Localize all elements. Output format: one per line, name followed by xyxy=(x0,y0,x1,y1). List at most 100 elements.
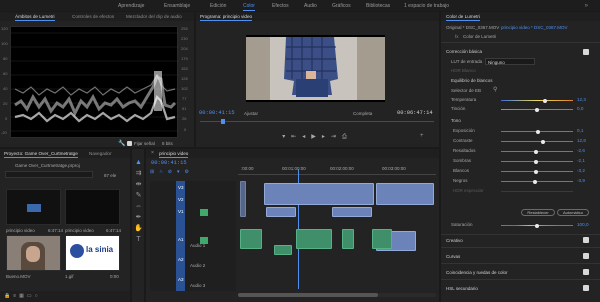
lut-select[interactable]: Ninguno xyxy=(485,58,535,65)
tab-navegador[interactable]: Navegador xyxy=(89,151,111,156)
video-clip[interactable] xyxy=(376,183,434,205)
nest-icon[interactable]: ⊞ xyxy=(150,169,159,175)
sync-lock-icon[interactable] xyxy=(200,209,208,216)
timeline-scrollbar[interactable] xyxy=(238,293,436,297)
slip-tool-icon[interactable]: ⇔ xyxy=(134,201,143,212)
lumetri-title[interactable]: Color de Lumetri xyxy=(446,14,480,21)
track-id-v1[interactable]: V1 xyxy=(178,209,184,214)
shadows-slider[interactable] xyxy=(501,159,573,164)
clamp-signal-checkbox[interactable] xyxy=(127,141,132,146)
audio-clip[interactable] xyxy=(274,245,292,255)
bit-depth-select[interactable]: 8 bits xyxy=(162,141,173,146)
workspace-audio[interactable]: Audio xyxy=(304,3,317,9)
video-clip[interactable] xyxy=(266,207,296,217)
project-item-thumb[interactable] xyxy=(6,189,61,225)
program-title[interactable]: Programa: principio video xyxy=(200,14,253,21)
basic-correction-checkbox[interactable] xyxy=(583,49,589,55)
section-hsl-secondary[interactable]: HSL secundario xyxy=(446,286,478,291)
whites-slider[interactable] xyxy=(501,169,573,174)
tab-audio-mixer[interactable]: Mezclador del clip de audio xyxy=(126,14,182,19)
section-curves[interactable]: Curvas xyxy=(446,254,460,259)
ripple-edit-icon[interactable]: ⇹ xyxy=(134,179,143,190)
project-item-thumb[interactable] xyxy=(6,235,61,271)
workspace-aprendizaje[interactable]: Aprendizaje xyxy=(118,3,144,9)
marker-icon[interactable]: ▾ xyxy=(177,169,185,175)
blacks-slider[interactable] xyxy=(501,179,573,184)
audio-clip[interactable] xyxy=(296,229,332,249)
step-back-icon[interactable]: ◂ xyxy=(302,134,311,140)
workspace-ensamblaje[interactable]: Ensamblaje xyxy=(164,3,190,9)
add-button-icon[interactable]: + xyxy=(420,133,424,139)
tab-effect-controls[interactable]: Controles de efectos xyxy=(72,14,114,19)
workspace-bibliotecas[interactable]: Bibliotecas xyxy=(366,3,390,9)
hsl-checkbox[interactable] xyxy=(583,285,589,291)
project-item-thumb[interactable] xyxy=(65,189,120,225)
audio-clip[interactable] xyxy=(372,229,392,249)
track-id-v3[interactable]: V3 xyxy=(178,185,184,190)
eyedropper-icon[interactable]: ⚲ xyxy=(493,87,497,93)
workspace-color[interactable]: Color xyxy=(243,3,255,11)
section-creative[interactable]: Creativo xyxy=(446,238,463,243)
snap-icon[interactable]: ∩ xyxy=(159,169,168,175)
saturation-slider[interactable] xyxy=(501,223,573,228)
master-clip-label[interactable]: Original * DSC_0367.MOV xyxy=(446,25,499,30)
workspace-graficos[interactable]: Gráficos xyxy=(332,3,351,9)
project-search-input[interactable] xyxy=(5,171,93,178)
color-wheels-checkbox[interactable] xyxy=(583,269,589,275)
tone-row-value[interactable]: -2,6 xyxy=(577,148,585,153)
tone-row-value[interactable]: -3,9 xyxy=(577,178,585,183)
razor-icon[interactable]: ✎ xyxy=(134,190,143,201)
step-forward-icon[interactable]: ▸ xyxy=(322,134,331,140)
playhead-marker[interactable] xyxy=(221,119,225,124)
mark-in-icon[interactable]: ▾ xyxy=(282,134,291,140)
workspace-efectos[interactable]: Efectos xyxy=(272,3,289,9)
section-color-wheels[interactable]: Coincidencia y ruedas de color xyxy=(446,270,508,275)
audio-clip[interactable] xyxy=(240,229,262,249)
temperature-slider[interactable] xyxy=(501,98,573,103)
freeform-view-icon[interactable]: ▭ xyxy=(27,293,35,299)
contrast-slider[interactable] xyxy=(501,139,573,144)
export-frame-icon[interactable]: ⎙ xyxy=(342,134,353,140)
selection-tool-icon[interactable]: ▲ xyxy=(134,157,143,168)
video-clip[interactable] xyxy=(264,183,374,205)
linked-icon[interactable]: ⊘ xyxy=(168,169,177,175)
close-icon[interactable]: × xyxy=(151,150,154,156)
pen-tool-icon[interactable]: ✒ xyxy=(134,212,143,223)
go-out-icon[interactable]: ⇥ xyxy=(331,134,342,140)
sequence-clip-label[interactable]: principio video * DSC_0367.MOV xyxy=(501,25,568,30)
audio-mute-icon[interactable] xyxy=(200,237,208,244)
creative-checkbox[interactable] xyxy=(583,237,589,243)
playback-quality-select[interactable]: Completa xyxy=(353,111,372,116)
icon-view-icon[interactable]: ▦ xyxy=(19,293,27,299)
tone-row-value[interactable]: 0,1 xyxy=(577,128,583,133)
tone-row-value[interactable]: -2,1 xyxy=(577,158,585,163)
track-id-a3[interactable]: A3 xyxy=(178,277,184,282)
effect-name[interactable]: Color de Lumetri xyxy=(463,34,496,39)
workspace-custom[interactable]: 1 espacio de trabajo xyxy=(404,3,449,9)
highlights-slider[interactable] xyxy=(501,149,573,154)
program-timecode[interactable]: 00:00:41:15 xyxy=(199,110,235,116)
section-basic-correction[interactable]: Corrección básica xyxy=(446,49,482,54)
more-workspaces-icon[interactable]: » xyxy=(585,3,588,9)
project-item-thumb[interactable]: la sinia xyxy=(65,235,120,271)
workspace-edicion[interactable]: Edición xyxy=(210,3,226,9)
tint-slider[interactable] xyxy=(501,107,573,112)
track-select-icon[interactable]: ⇉ xyxy=(134,168,143,179)
play-icon[interactable]: ▶ xyxy=(311,134,322,140)
program-scrubber[interactable] xyxy=(200,121,434,122)
zoom-slider-icon[interactable]: ○ xyxy=(35,293,41,299)
sequence-tab[interactable]: principio video xyxy=(159,151,189,158)
hand-tool-icon[interactable]: ✋ xyxy=(134,223,143,234)
tab-lumetri-scopes[interactable]: Ámbitos de Lumetri xyxy=(15,14,55,21)
track-id-a1[interactable]: A1 xyxy=(178,237,184,242)
audio-clip[interactable] xyxy=(342,229,354,249)
tint-value[interactable]: 0,0 xyxy=(577,106,583,111)
lock-icon[interactable]: 🔒 xyxy=(4,293,13,299)
exposure-slider[interactable] xyxy=(501,129,573,134)
settings-icon[interactable]: ⚙ xyxy=(185,169,194,175)
wrench-icon[interactable]: 🔧 xyxy=(118,141,125,147)
video-clip[interactable] xyxy=(332,207,372,217)
mark-out-icon[interactable]: ⇤ xyxy=(291,134,302,140)
zoom-fit-select[interactable]: Ajustar xyxy=(244,111,258,116)
tone-row-value[interactable]: 12,6 xyxy=(577,138,586,143)
